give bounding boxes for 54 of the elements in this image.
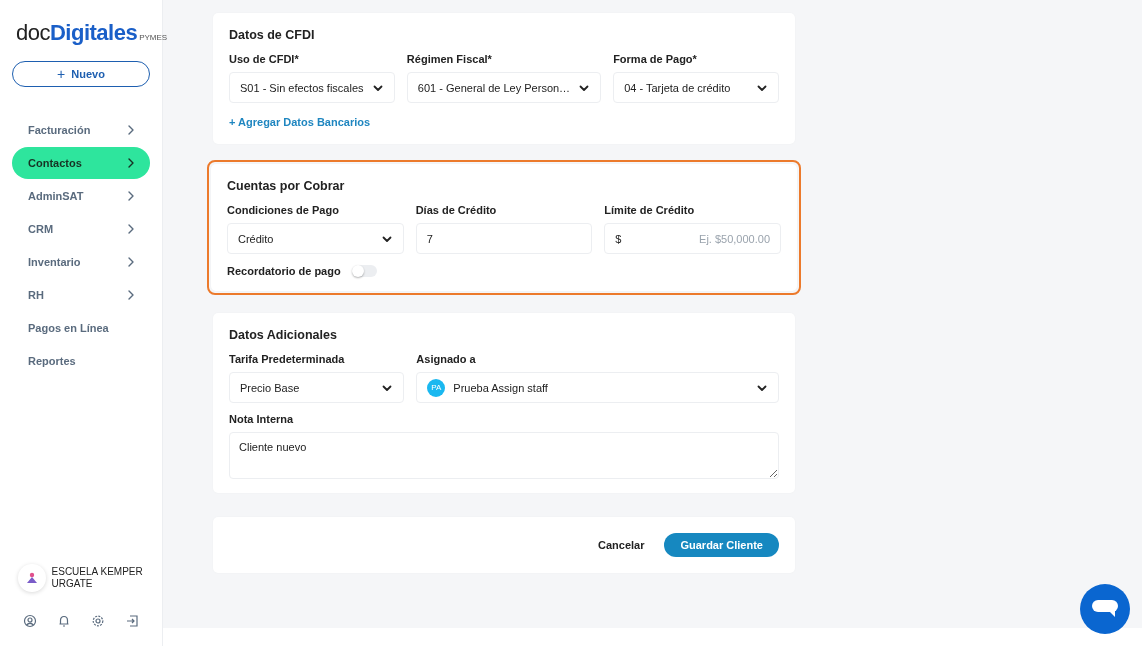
sidebar-item[interactable]: CRM (12, 213, 150, 245)
chevron-right-icon (126, 157, 136, 169)
toggle-switch[interactable] (351, 265, 377, 277)
section-title: Datos de CFDI (229, 28, 316, 42)
toggle-label: Recordatorio de pago (227, 265, 341, 277)
bell-icon[interactable] (57, 614, 71, 628)
company-logo (18, 564, 46, 592)
sidebar-item[interactable]: Inventario (12, 246, 150, 278)
chevron-right-icon (126, 223, 136, 235)
sidebar-item[interactable]: Facturación (12, 114, 150, 146)
field-label: Tarifa Predeterminada (229, 353, 346, 365)
sidebar-item[interactable]: Reportes (12, 345, 150, 377)
section-title: Cuentas por Cobrar (227, 179, 346, 193)
sidebar-item[interactable]: RH (12, 279, 150, 311)
select-field[interactable]: S01 - Sin efectos fiscales (229, 72, 395, 103)
select-field[interactable]: Precio Base (229, 372, 405, 403)
select-field[interactable]: 04 - Tarjeta de crédito (613, 72, 779, 103)
field-label: Límite de Crédito (604, 204, 696, 216)
select-field[interactable]: 601 - General de Ley Person… (406, 72, 602, 103)
user-avatar: PA (427, 378, 446, 397)
settings-icon[interactable] (91, 614, 105, 628)
chat-button[interactable] (1080, 584, 1130, 634)
amount-input[interactable]: Ej. $50,000.00 (629, 232, 770, 245)
section-title: Datos Adicionales (229, 328, 338, 342)
save-button[interactable]: Guardar Cliente (664, 533, 779, 557)
chevron-right-icon (126, 289, 136, 301)
select-field[interactable]: PA Prueba Assign staff (416, 372, 779, 403)
field-label: Régimen Fiscal* (406, 53, 493, 65)
sidebar-item[interactable]: Pagos en Línea (12, 312, 150, 344)
user-icon[interactable] (23, 614, 37, 628)
chevron-right-icon (126, 190, 136, 202)
logo-text: Digitales (50, 20, 138, 46)
text-area[interactable]: Cliente nuevo (229, 432, 779, 479)
sidebar-item[interactable]: AdminSAT (12, 180, 150, 212)
field-label: Uso de CFDI* (229, 53, 300, 65)
field-label: Asignado a (416, 353, 477, 365)
add-bank-link[interactable]: + Agregar Datos Bancarios (229, 116, 371, 128)
input-field[interactable]: 7 (415, 223, 593, 254)
input-field[interactable]: $ Ej. $50,000.00 (604, 223, 781, 254)
logo-text: doc (16, 20, 50, 46)
field-label: Días de Crédito (415, 204, 498, 216)
cancel-button[interactable]: Cancelar (592, 538, 651, 552)
field-label: Condiciones de Pago (227, 204, 340, 216)
chevron-right-icon (126, 256, 136, 268)
chevron-right-icon (126, 124, 136, 136)
new-button[interactable]: + Nuevo (12, 61, 150, 87)
sidebar-item[interactable]: Contactos (12, 147, 150, 179)
field-label: Nota Interna (229, 413, 295, 425)
account-name: ESCUELA KEMPER URGATE (51, 566, 144, 590)
currency-symbol: $ (615, 232, 622, 245)
field-label: Forma de Pago* (613, 53, 698, 65)
logo-text: PYMES (139, 33, 168, 42)
select-field[interactable]: Crédito (227, 223, 404, 254)
logout-icon[interactable] (125, 614, 139, 628)
